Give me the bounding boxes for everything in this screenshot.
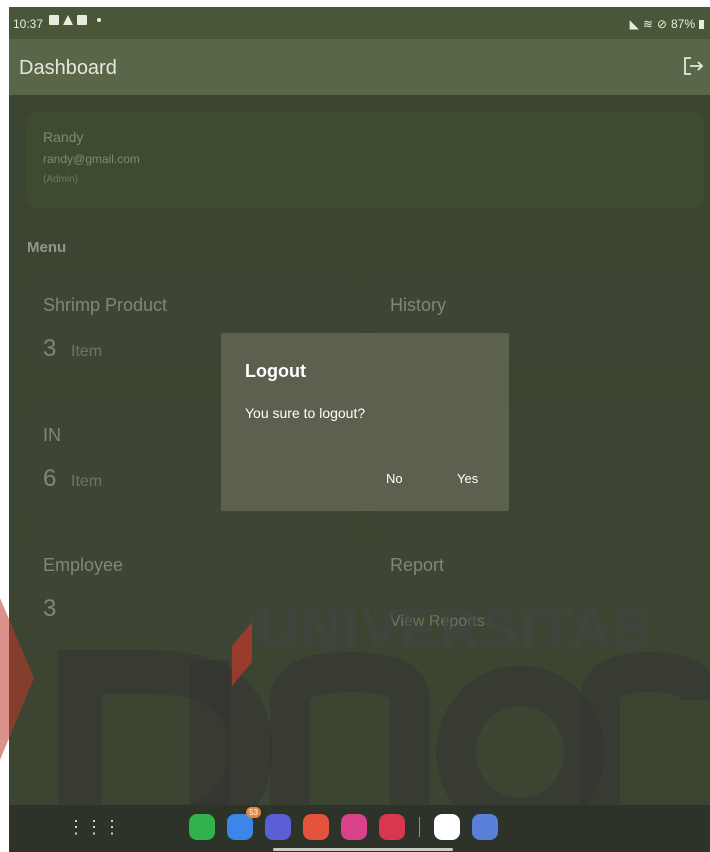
device-screen: 10:37 ◣ ≋ ⊘ 87% Dashboard Randy randy@gm… [9, 7, 710, 852]
no-button[interactable]: No [386, 471, 403, 486]
message-icon [77, 15, 87, 25]
app-drawer-icon[interactable]: ⋮⋮⋮ [67, 817, 121, 838]
status-bar: 10:37 ◣ ≋ ⊘ 87% [9, 7, 710, 39]
gesture-handle[interactable] [273, 848, 453, 851]
do-not-disturb-icon: ⊘ [656, 17, 667, 31]
app-bar: Dashboard [9, 39, 710, 95]
page-title: Dashboard [19, 57, 117, 79]
battery-icon [699, 19, 704, 29]
internet-app-icon[interactable] [265, 814, 291, 840]
status-time: 10:37 [13, 17, 44, 31]
battery-level: 87% [670, 17, 695, 31]
android-nav-bar: ⋮⋮⋮ 53 [9, 805, 710, 852]
notes-app-icon[interactable] [303, 814, 329, 840]
warning-icon [63, 15, 73, 25]
logout-dialog: Logout You sure to logout? No Yes [221, 333, 509, 511]
dialog-message: You sure to logout? [245, 405, 366, 421]
status-right: ◣ ≋ ⊘ 87% [630, 17, 704, 31]
logout-icon[interactable] [682, 55, 704, 83]
settings-app-icon[interactable] [472, 814, 498, 840]
dialog-title: Logout [245, 361, 306, 381]
notification-icons [49, 15, 101, 25]
messages-app-icon[interactable]: 53 [227, 807, 261, 840]
app-dock: 53 [189, 807, 498, 840]
gallery-icon [49, 15, 59, 25]
camera-app-icon[interactable] [379, 814, 405, 840]
phone-app-icon[interactable] [189, 814, 215, 840]
yes-button[interactable]: Yes [457, 471, 478, 486]
notification-badge: 53 [246, 807, 261, 818]
gallery-app-icon[interactable] [341, 814, 367, 840]
wifi-icon: ≋ [642, 17, 653, 31]
dock-separator [419, 817, 420, 837]
gmail-app-icon[interactable] [434, 814, 460, 840]
signal-icon: ◣ [629, 17, 639, 31]
more-notifications-icon [97, 18, 101, 22]
logout-icon-graphic [684, 57, 704, 75]
